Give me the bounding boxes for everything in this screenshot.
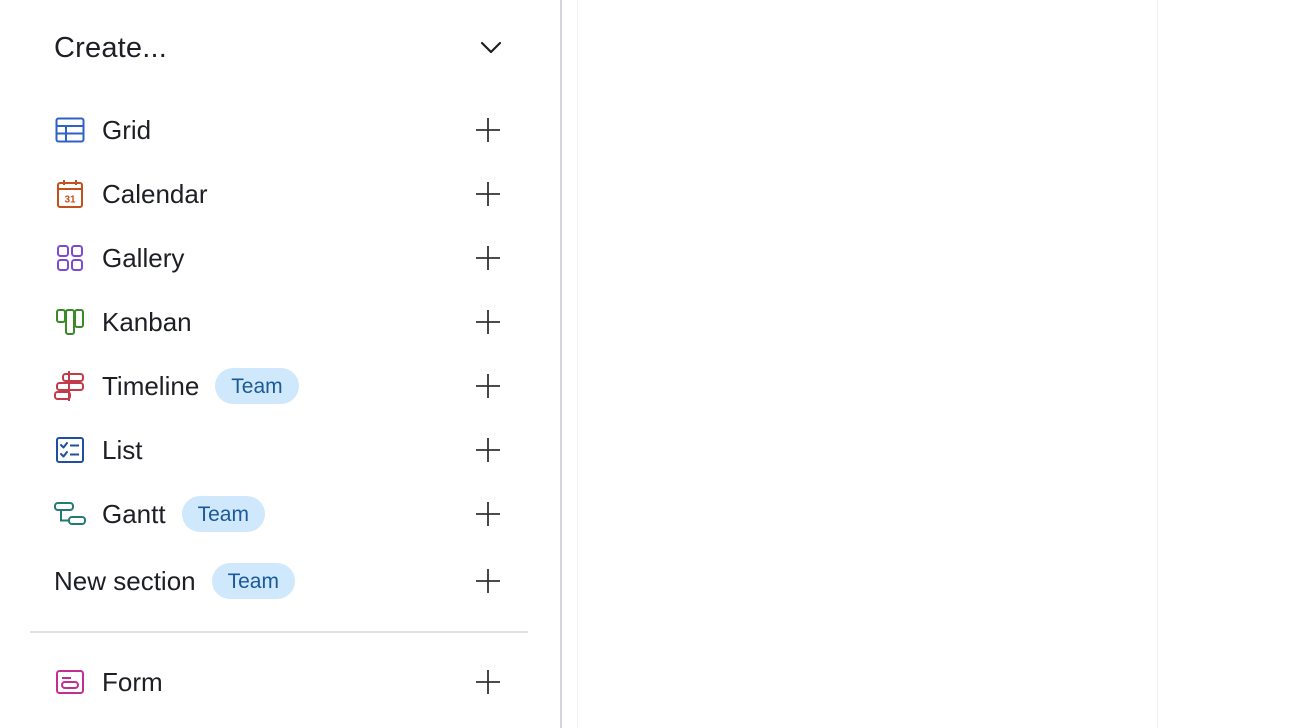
add-list-button[interactable] (474, 436, 502, 464)
add-grid-button[interactable] (474, 116, 502, 144)
view-label-kanban: Kanban (102, 306, 192, 337)
view-item-list[interactable]: List (54, 418, 510, 482)
grid-icon (54, 114, 86, 146)
divider (30, 631, 528, 633)
view-item-gantt[interactable]: Gantt Team (54, 482, 510, 546)
team-plan-badge: Team (211, 563, 295, 599)
new-section-item[interactable]: New section Team (54, 550, 510, 612)
gallery-icon (54, 242, 86, 274)
timeline-icon (54, 370, 86, 402)
add-timeline-button[interactable] (474, 372, 502, 400)
view-label-gantt: Gantt (102, 498, 166, 529)
view-label-gallery: Gallery (102, 242, 185, 273)
add-calendar-button[interactable] (474, 180, 502, 208)
view-label-grid: Grid (102, 114, 152, 145)
view-label-timeline: Timeline (102, 370, 200, 401)
form-icon (54, 666, 86, 698)
view-item-form[interactable]: Form (54, 650, 510, 714)
view-item-gallery[interactable]: Gallery (54, 226, 510, 290)
view-label-form: Form (102, 666, 163, 697)
add-form-button[interactable] (474, 668, 502, 696)
view-item-calendar[interactable]: 31 Calendar (54, 162, 510, 226)
sidebar-resize-border[interactable] (560, 0, 562, 728)
svg-text:31: 31 (64, 195, 76, 206)
add-gallery-button[interactable] (474, 244, 502, 272)
create-view-sidebar: Create... Grid 31 Calendar Gallery Kanba… (0, 0, 560, 728)
view-item-grid[interactable]: Grid (54, 98, 510, 162)
add-gantt-button[interactable] (474, 500, 502, 528)
view-item-timeline[interactable]: Timeline Team (54, 354, 510, 418)
gantt-icon (54, 498, 86, 530)
new-section-label: New section (54, 565, 196, 596)
view-item-kanban[interactable]: Kanban (54, 290, 510, 354)
team-plan-badge: Team (181, 496, 265, 532)
chevron-down-icon[interactable] (478, 35, 504, 61)
add-kanban-button[interactable] (474, 308, 502, 336)
view-label-calendar: Calendar (102, 178, 208, 209)
create-menu-header[interactable]: Create... (54, 26, 510, 70)
team-plan-badge: Team (215, 368, 299, 404)
add-section-button[interactable] (474, 567, 502, 595)
view-label-list: List (102, 434, 143, 465)
view-type-list: Grid 31 Calendar Gallery Kanban Timeline… (54, 98, 510, 546)
kanban-icon (54, 306, 86, 338)
calendar-icon: 31 (54, 178, 86, 210)
create-menu-title: Create... (54, 31, 168, 64)
main-content-panel (577, 0, 1158, 728)
list-icon (54, 434, 86, 466)
